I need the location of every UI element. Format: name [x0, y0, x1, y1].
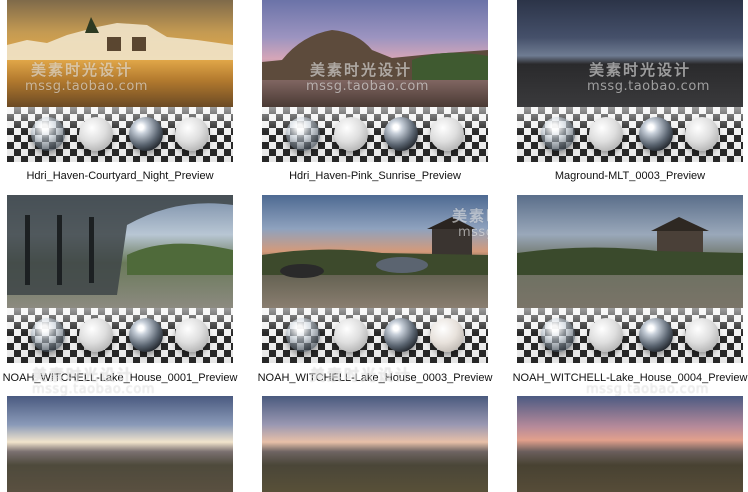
- tile-caption: Maground-MLT_0003_Preview: [554, 170, 706, 182]
- preview-thumbnail[interactable]: [262, 396, 488, 492]
- hdri-tile-row3-2[interactable]: [262, 396, 488, 492]
- preview-thumbnail[interactable]: 美素时光设计 mssg.taobao.com: [517, 0, 743, 162]
- hill-silhouette: [262, 30, 488, 80]
- watermark-url: mssg.taobao.com: [32, 382, 155, 397]
- preview-thumbnail[interactable]: 美素时光设计 mssg.taobao.com: [7, 0, 233, 162]
- preview-thumbnail[interactable]: 美素时光设计 mssg.taobao.com: [262, 195, 488, 363]
- hdri-tile-courtyard-night[interactable]: 美素时光设计 mssg.taobao.com Hdri_Haven-Courty…: [7, 0, 233, 182]
- house-silhouette: [517, 217, 743, 275]
- hdri-tile-row3-1[interactable]: [7, 396, 233, 492]
- preview-thumbnail[interactable]: [7, 396, 233, 492]
- tile-caption: NOAH_WITCHELL-Lake_House_0003_Preview: [257, 372, 493, 384]
- hdri-tile-maground-mlt-0003[interactable]: 美素时光设计 mssg.taobao.com Maground-MLT_0003…: [517, 0, 743, 182]
- porch-structure: [7, 195, 233, 295]
- tile-caption: Hdri_Haven-Pink_Sunrise_Preview: [289, 170, 461, 182]
- tile-caption: NOAH_WITCHELL-Lake_House_0001_Preview: [2, 372, 238, 384]
- hdri-tile-lake-house-0003[interactable]: 美素时光设计 mssg.taobao.com NOAH_WITCHELL-Lak…: [258, 195, 492, 384]
- house-silhouette: [262, 217, 488, 278]
- watermark-url: mssg.taobao.com: [586, 382, 709, 397]
- courtyard-buildings: [7, 17, 233, 60]
- preview-thumbnail[interactable]: [7, 195, 233, 363]
- hdri-tile-lake-house-0004[interactable]: NOAH_WITCHELL-Lake_House_0004_Preview: [513, 195, 747, 384]
- hdri-tile-row3-3[interactable]: [517, 396, 743, 492]
- tile-caption: Hdri_Haven-Courtyard_Night_Preview: [26, 170, 214, 182]
- hdri-tile-pink-sunrise[interactable]: 美素时光设计 mssg.taobao.com Hdri_Haven-Pink_S…: [262, 0, 488, 182]
- preview-thumbnail[interactable]: [517, 195, 743, 363]
- hdri-tile-lake-house-0001[interactable]: NOAH_WITCHELL-Lake_House_0001_Preview: [3, 195, 237, 384]
- tile-caption: NOAH_WITCHELL-Lake_House_0004_Preview: [512, 372, 748, 384]
- preview-thumbnail[interactable]: [517, 396, 743, 492]
- preview-thumbnail[interactable]: 美素时光设计 mssg.taobao.com: [262, 0, 488, 162]
